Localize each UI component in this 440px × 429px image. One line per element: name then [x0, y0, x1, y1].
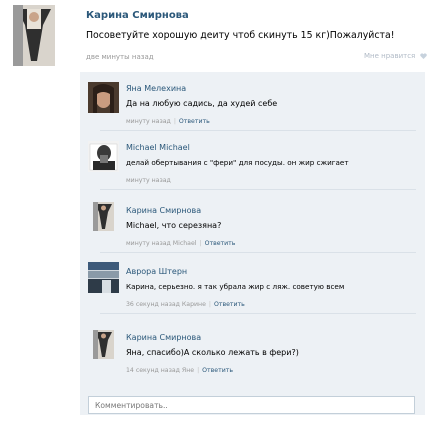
wall-post: Карина Смирнова Посоветуйте хорошую деит…: [0, 0, 440, 429]
comment-author[interactable]: Яна Мелехина: [126, 84, 186, 93]
reply-to-name[interactable]: Michael: [173, 240, 197, 247]
heart-icon: [419, 53, 427, 59]
comment-time[interactable]: минуту назад: [126, 240, 171, 247]
post-timestamp[interactable]: две минуты назад: [86, 53, 154, 61]
comment-author[interactable]: Карина Смирнова: [126, 333, 201, 342]
post-text: Посоветуйте хорошую деиту чтоб скинуть 1…: [86, 30, 395, 41]
comment-divider: [100, 252, 416, 253]
comment-avatar[interactable]: [88, 262, 119, 293]
comment-divider: [100, 189, 416, 190]
comment-input[interactable]: Комментировать..: [88, 396, 415, 414]
post-author-name[interactable]: Карина Смирнова: [86, 10, 189, 21]
comment-avatar[interactable]: [88, 329, 119, 360]
comment-time[interactable]: минуту назад: [126, 177, 171, 184]
comment-avatar[interactable]: [88, 201, 119, 232]
comment-author[interactable]: Michael Michael: [126, 143, 190, 152]
comment-time[interactable]: минуту назад: [126, 118, 171, 125]
comment-time[interactable]: 14 секунд назад: [126, 367, 180, 374]
reply-button[interactable]: Ответить: [205, 240, 236, 247]
post-like-button[interactable]: Мне нравится: [364, 52, 427, 60]
reply-button[interactable]: Ответить: [214, 301, 245, 308]
comment-meta: 14 секунд назад Яне | Ответить: [126, 367, 233, 374]
comment-text: Яна, спасибо)А сколько лежать в фери?): [126, 348, 299, 357]
comment-text: Michael, что серезяна?: [126, 221, 222, 230]
comment-meta: 36 секунд назад Карине | Ответить: [126, 301, 245, 308]
comment-avatar[interactable]: [88, 141, 119, 172]
comment-author[interactable]: Карина Смирнова: [126, 206, 201, 215]
like-label: Мне нравится: [364, 52, 416, 60]
comment-divider: [100, 130, 416, 131]
comment-text: Да на любую садись, да худей себе: [126, 99, 278, 108]
reply-to-name[interactable]: Карине: [182, 301, 206, 308]
reply-button[interactable]: Ответить: [202, 367, 233, 374]
post-author-avatar[interactable]: [3, 3, 65, 68]
comment-time[interactable]: 36 секунд назад: [126, 301, 180, 308]
comment-author[interactable]: Аврора Штерн: [126, 267, 187, 276]
comment-avatar[interactable]: [88, 82, 119, 113]
comment-meta: минуту назад: [126, 177, 171, 184]
comment-text: Карина, серьезно. я так убрала жир с ляж…: [126, 282, 345, 291]
comment-meta: минуту назад | Ответить: [126, 118, 210, 125]
comment-meta: минуту назад Michael | Ответить: [126, 240, 236, 247]
reply-to-name[interactable]: Яне: [182, 367, 194, 374]
comment-text: делай обертывания с "фери" для посуды. о…: [126, 158, 349, 167]
comment-divider: [100, 313, 416, 314]
reply-button[interactable]: Ответить: [179, 118, 210, 125]
